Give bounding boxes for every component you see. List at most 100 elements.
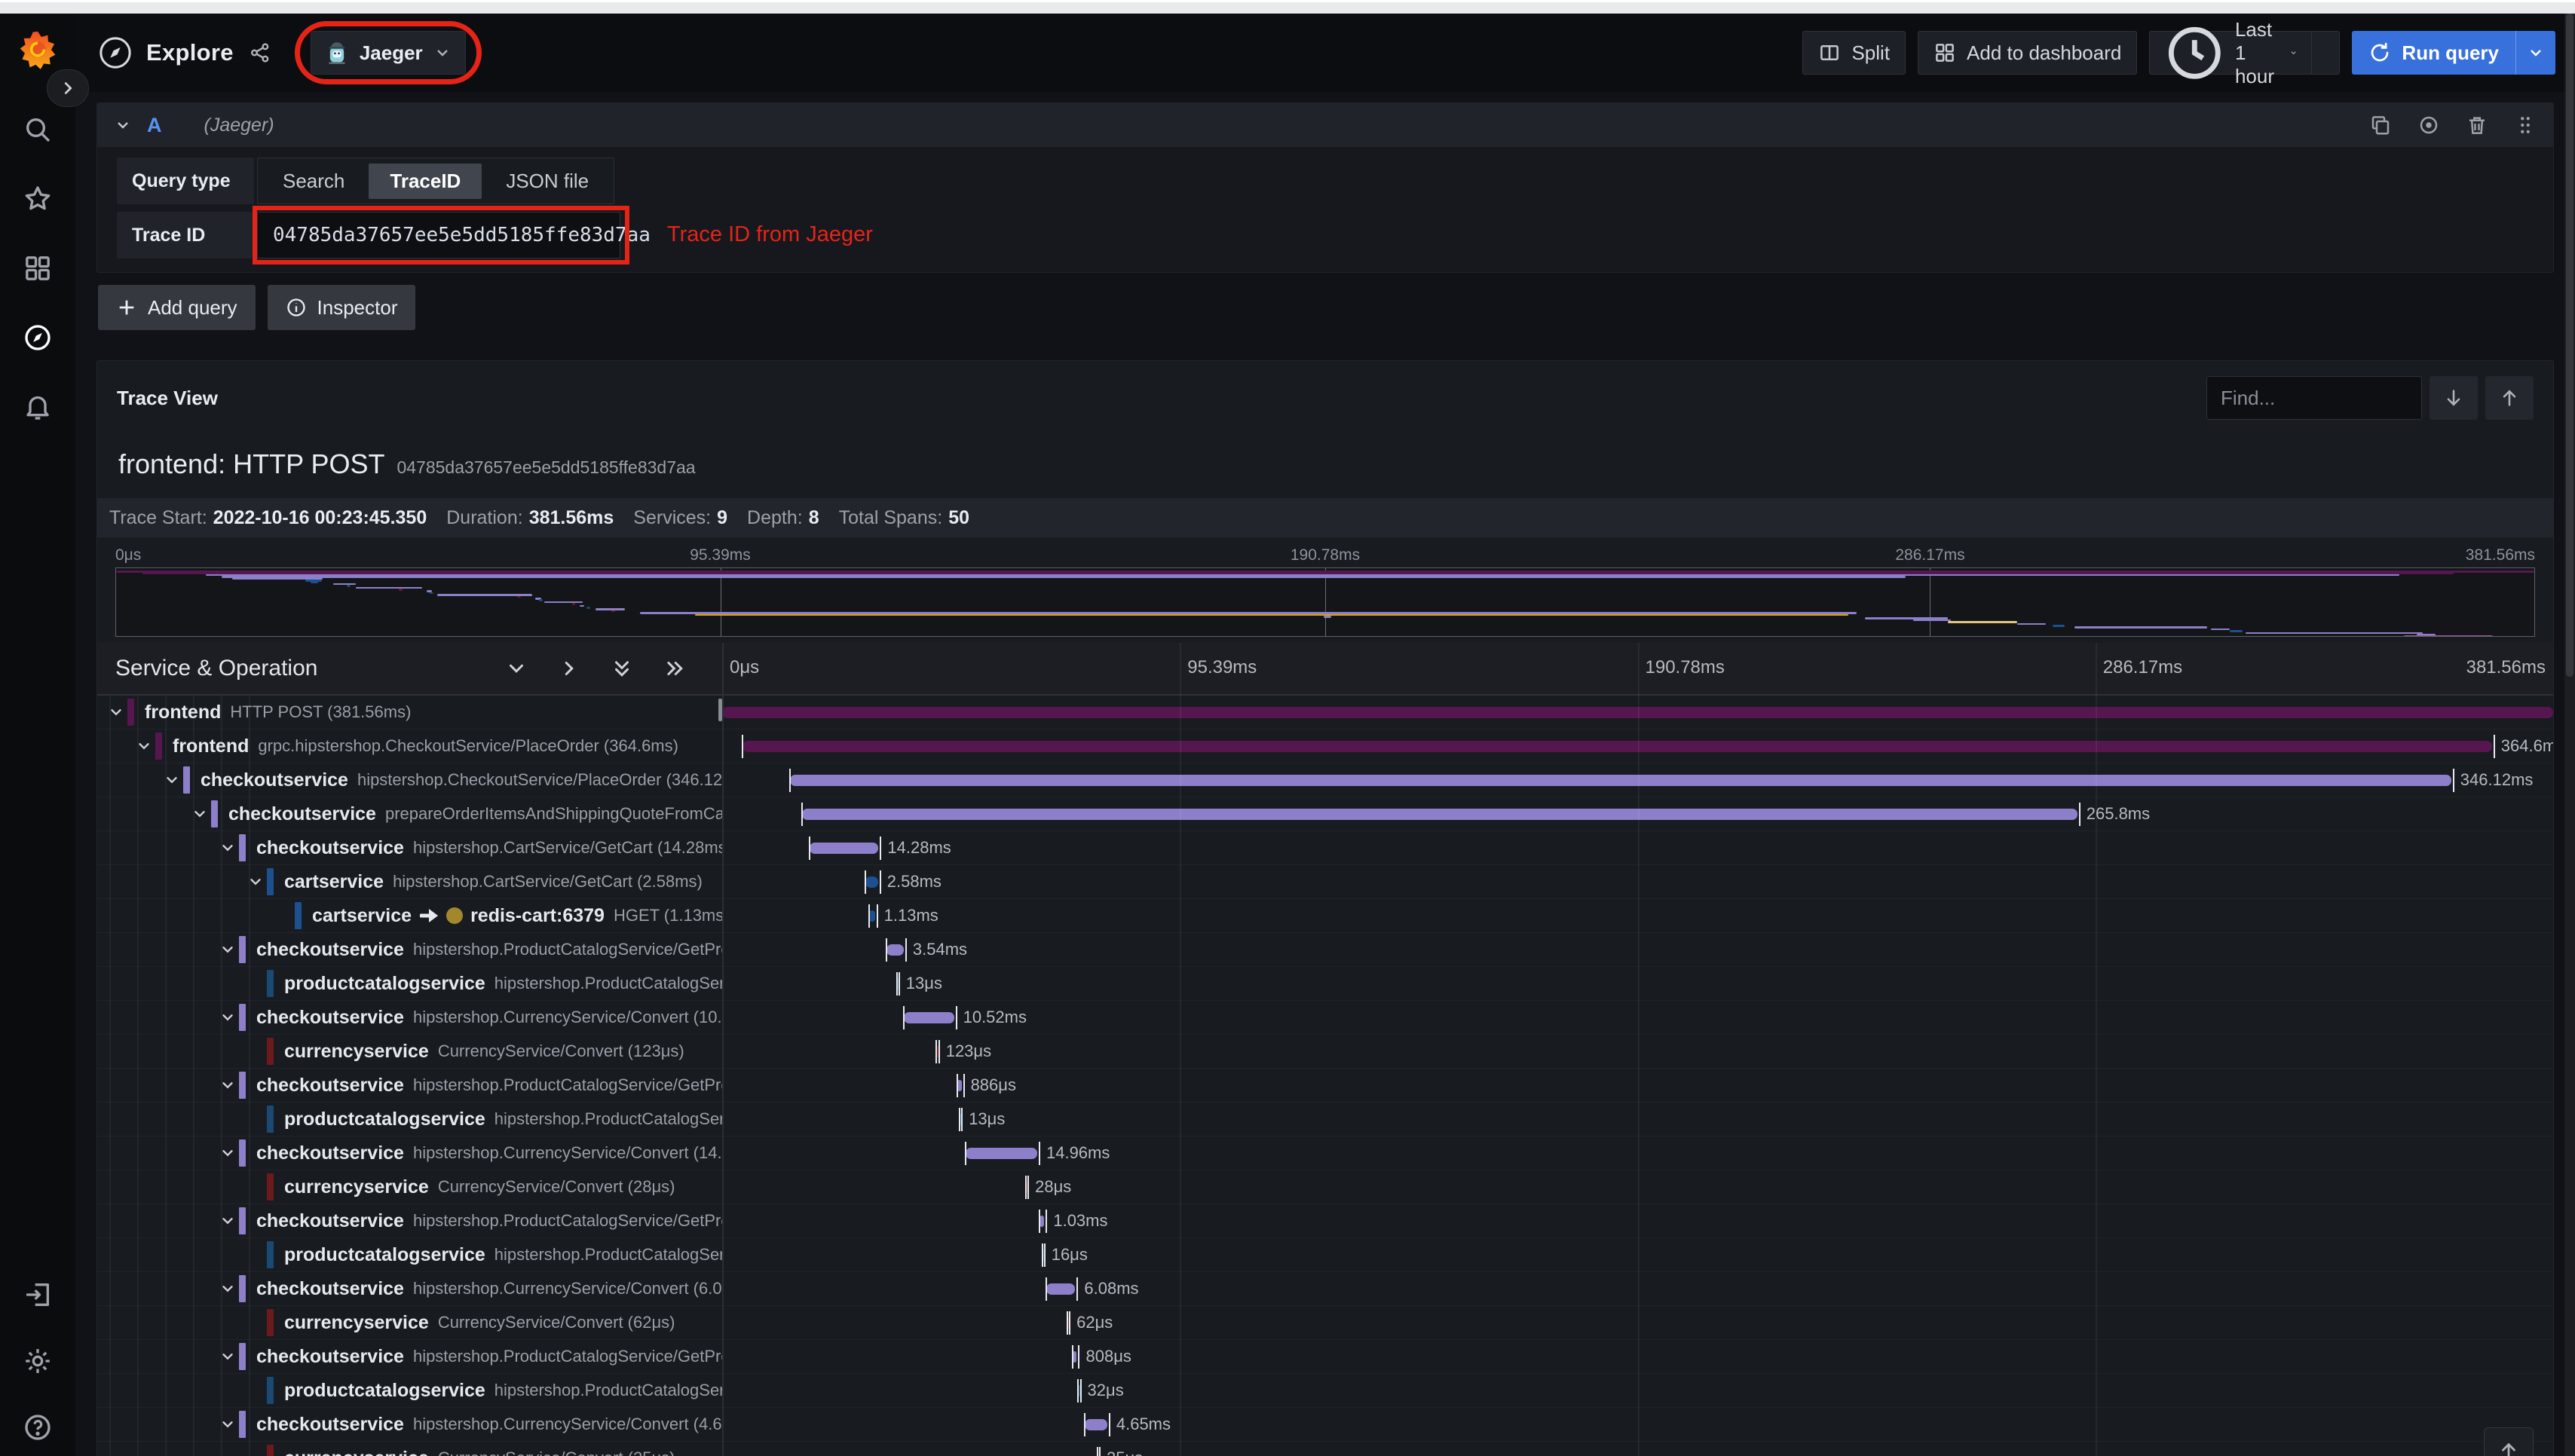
- span-timeline-cell[interactable]: 4.65ms: [722, 1408, 2553, 1441]
- span-timeline-cell[interactable]: 28μs: [722, 1170, 2553, 1204]
- span-collapse-icon[interactable]: [216, 840, 239, 856]
- span-collapse-icon[interactable]: [105, 704, 127, 720]
- run-query-button[interactable]: Run query: [2352, 31, 2515, 75]
- span-collapse-icon[interactable]: [216, 941, 239, 958]
- span-timeline-cell[interactable]: 14.96ms: [722, 1136, 2553, 1170]
- span-timeline-cell[interactable]: 25μs: [722, 1442, 2553, 1456]
- span-duration-bar[interactable]: [810, 843, 879, 854]
- span-duration-bar[interactable]: [742, 741, 2492, 752]
- span-duration-bar[interactable]: [965, 1148, 1037, 1159]
- span-row[interactable]: checkoutservice hipstershop.CurrencyServi…: [97, 1136, 2553, 1170]
- grafana-logo[interactable]: [17, 29, 59, 71]
- span-timeline-cell[interactable]: 364.6ms: [722, 730, 2553, 763]
- span-timeline-cell[interactable]: 2.58ms: [722, 865, 2553, 898]
- span-timeline-cell[interactable]: 265.8ms: [722, 797, 2553, 830]
- collapse-all-icon[interactable]: [611, 657, 633, 680]
- span-timeline-cell[interactable]: [722, 696, 2553, 729]
- span-collapse-icon[interactable]: [216, 1416, 239, 1433]
- trace-id-input[interactable]: 04785da37657ee5e5dd5185ffe83d7aa: [257, 212, 651, 258]
- span-duration-bar[interactable]: [1085, 1419, 1107, 1430]
- span-collapse-icon[interactable]: [216, 1009, 239, 1026]
- find-prev-button[interactable]: [2485, 376, 2534, 420]
- span-row[interactable]: cartservice hipstershop.CartService/GetCa…: [97, 865, 2553, 899]
- span-collapse-icon[interactable]: [216, 1348, 239, 1365]
- help-icon[interactable]: [23, 1412, 53, 1442]
- settings-gear-icon[interactable]: [23, 1346, 53, 1376]
- split-button[interactable]: Split: [1802, 31, 1906, 75]
- span-row[interactable]: productcatalogservice hipstershop.Product…: [97, 1374, 2553, 1408]
- span-duration-bar[interactable]: [801, 809, 2077, 820]
- query-type-tab-search[interactable]: Search: [262, 164, 366, 199]
- query-type-tab-json-file[interactable]: JSON file: [485, 164, 610, 199]
- add-to-dashboard-button[interactable]: Add to dashboard: [1918, 31, 2138, 75]
- span-collapse-icon[interactable]: [161, 772, 183, 788]
- span-row[interactable]: checkoutservice hipstershop.ProductCatalo…: [97, 1069, 2553, 1103]
- span-row[interactable]: checkoutservice hipstershop.CartService/G…: [97, 831, 2553, 865]
- span-timeline-cell[interactable]: 808μs: [722, 1340, 2553, 1373]
- span-timeline-cell[interactable]: 1.03ms: [722, 1204, 2553, 1237]
- dashboards-icon[interactable]: [23, 253, 53, 283]
- span-row[interactable]: currencyservice CurrencyService/Convert (…: [97, 1170, 2553, 1204]
- span-duration-bar[interactable]: [886, 944, 904, 956]
- span-timeline-cell[interactable]: 13μs: [722, 1103, 2553, 1136]
- starred-icon[interactable]: [23, 184, 53, 214]
- span-row[interactable]: checkoutservice hipstershop.CheckoutServi…: [97, 763, 2553, 797]
- span-row[interactable]: currencyservice CurrencyService/Convert (…: [97, 1035, 2553, 1069]
- span-duration-bar[interactable]: [1046, 1283, 1076, 1295]
- inspector-button[interactable]: Inspector: [267, 285, 416, 330]
- span-duration-bar[interactable]: [869, 910, 875, 922]
- span-row[interactable]: checkoutservice hipstershop.CurrencyServi…: [97, 1001, 2553, 1035]
- span-row[interactable]: productcatalogservice hipstershop.Product…: [97, 967, 2553, 1001]
- span-timeline-cell[interactable]: 123μs: [722, 1035, 2553, 1068]
- trace-minimap[interactable]: [115, 567, 2535, 637]
- time-range-button[interactable]: Last 1 hour: [2150, 18, 2311, 87]
- span-row[interactable]: currencyservice CurrencyService/Convert (…: [97, 1442, 2553, 1456]
- span-duration-bar[interactable]: [865, 876, 878, 888]
- alerting-icon[interactable]: [23, 392, 53, 422]
- collapse-one-icon[interactable]: [505, 657, 528, 680]
- span-row[interactable]: checkoutservice prepareOrderItemsAndShipp…: [97, 797, 2553, 831]
- disable-query-icon[interactable]: [2417, 114, 2440, 136]
- span-timeline-cell[interactable]: 32μs: [722, 1374, 2553, 1407]
- span-row[interactable]: currencyservice CurrencyService/Convert (…: [97, 1306, 2553, 1340]
- span-timeline-cell[interactable]: 886μs: [722, 1069, 2553, 1102]
- column-divider[interactable]: [722, 643, 724, 1456]
- span-duration-bar[interactable]: [722, 707, 2553, 718]
- span-row[interactable]: productcatalogservice hipstershop.Product…: [97, 1103, 2553, 1136]
- span-timeline-cell[interactable]: 1.13ms: [722, 899, 2553, 932]
- expand-sidebar-button[interactable]: [47, 69, 89, 107]
- add-query-button[interactable]: Add query: [98, 285, 256, 330]
- expand-all-icon[interactable]: [663, 657, 686, 680]
- span-row[interactable]: checkoutservice hipstershop.ProductCatalo…: [97, 1204, 2553, 1238]
- span-timeline-cell[interactable]: 346.12ms: [722, 763, 2553, 797]
- scroll-to-top-button[interactable]: [2484, 1427, 2534, 1456]
- span-timeline-cell[interactable]: 14.28ms: [722, 831, 2553, 864]
- span-row[interactable]: frontend HTTP POST (381.56ms): [97, 696, 2553, 730]
- drag-handle-icon[interactable]: [2514, 114, 2537, 136]
- span-timeline-cell[interactable]: 6.08ms: [722, 1272, 2553, 1305]
- span-duration-bar[interactable]: [790, 775, 2451, 786]
- span-collapse-icon[interactable]: [216, 1077, 239, 1094]
- share-link-icon[interactable]: [249, 41, 271, 64]
- span-collapse-icon[interactable]: [188, 806, 211, 822]
- copy-query-icon[interactable]: [2369, 114, 2392, 136]
- span-collapse-icon[interactable]: [244, 873, 267, 890]
- span-row[interactable]: checkoutservice hipstershop.CurrencyServi…: [97, 1408, 2553, 1442]
- span-timeline-cell[interactable]: 10.52ms: [722, 1001, 2553, 1034]
- span-row[interactable]: productcatalogservice hipstershop.Product…: [97, 1238, 2553, 1272]
- explore-icon[interactable]: [23, 323, 53, 353]
- span-collapse-icon[interactable]: [216, 1280, 239, 1297]
- zoom-out-time-button[interactable]: [2312, 32, 2339, 74]
- span-row[interactable]: checkoutservice hipstershop.ProductCatalo…: [97, 933, 2553, 967]
- find-input[interactable]: Find...: [2206, 376, 2422, 420]
- span-collapse-icon[interactable]: [216, 1145, 239, 1161]
- span-timeline-cell[interactable]: 3.54ms: [722, 933, 2553, 966]
- span-collapse-icon[interactable]: [133, 738, 155, 754]
- run-query-options-button[interactable]: [2516, 31, 2555, 75]
- page-scrollbar[interactable]: [2564, 14, 2575, 1456]
- span-collapse-icon[interactable]: [216, 1213, 239, 1229]
- delete-query-icon[interactable]: [2466, 114, 2488, 136]
- span-row[interactable]: cartservice redis-cart:6379 HGET (1.13ms) 1…: [97, 899, 2553, 933]
- span-timeline-cell[interactable]: 16μs: [722, 1238, 2553, 1271]
- span-timeline-cell[interactable]: 13μs: [722, 967, 2553, 1000]
